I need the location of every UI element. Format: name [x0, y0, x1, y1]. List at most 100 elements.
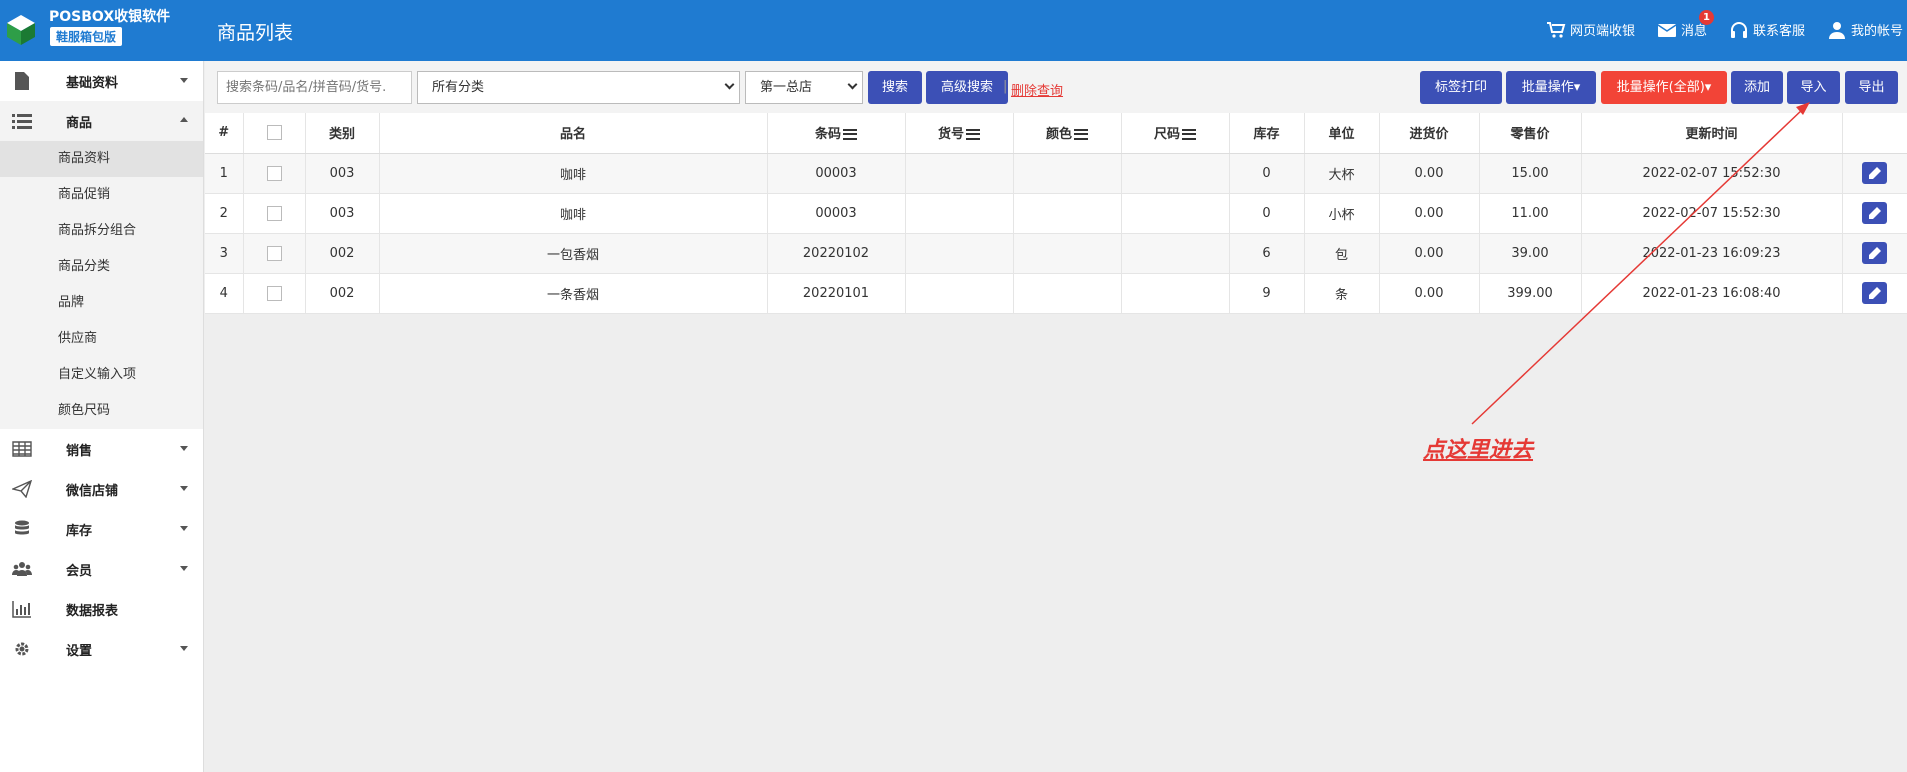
row-actions-cell: [1842, 193, 1907, 234]
cell-stock: 0: [1229, 193, 1305, 234]
sidebar-item-sales[interactable]: 销售: [0, 429, 203, 469]
col-retail[interactable]: 零售价: [1479, 113, 1582, 154]
sidebar-subitem-category[interactable]: 商品分类: [0, 249, 203, 285]
sidebar-item-stock[interactable]: 库存: [0, 509, 203, 549]
web-pos-link[interactable]: 网页端收银: [1546, 20, 1635, 39]
add-button[interactable]: 添加: [1731, 71, 1783, 104]
edit-button[interactable]: [1862, 202, 1887, 224]
store-select[interactable]: 第一总店: [745, 71, 863, 104]
goods-submenu: 商品资料 商品促销 商品拆分组合 商品分类 品牌 供应商 自定义输入项 颜色尺码: [0, 141, 203, 429]
sidebar-item-wechat[interactable]: 微信店铺: [0, 469, 203, 509]
column-menu-icon[interactable]: [966, 129, 980, 141]
cell-stock: 6: [1229, 233, 1305, 274]
search-input[interactable]: [217, 71, 412, 104]
sidebar-subitem-promotion[interactable]: 商品促销: [0, 177, 203, 213]
message-count-badge: 1: [1698, 10, 1714, 25]
batch-operation-all-button[interactable]: 批量操作(全部)▾: [1601, 71, 1727, 104]
cell-size: [1121, 233, 1230, 274]
account-link[interactable]: 我的帐号: [1827, 20, 1903, 39]
column-menu-icon[interactable]: [1182, 129, 1196, 141]
sidebar-item-goods[interactable]: 商品: [0, 101, 203, 141]
row-checkbox[interactable]: [266, 285, 282, 301]
cell-idx: 2: [205, 193, 244, 234]
table-row[interactable]: 4 002 一条香烟 20220101 9 条 0.00 399.00 2022-01-23 1…: [205, 273, 1907, 314]
edit-button[interactable]: [1862, 162, 1887, 184]
sidebar-subitem-brand[interactable]: 品牌: [0, 285, 203, 321]
col-name[interactable]: 品名: [379, 113, 768, 154]
goods-table-container: # 类别 品名 条码 货号 颜色 尺码 库存 单位 进货价 零售价 更新时间 1…: [205, 113, 1907, 314]
sidebar-item-label: 销售: [66, 443, 93, 459]
cell-color: [1013, 233, 1122, 274]
chevron-down-icon: [180, 566, 188, 571]
cell-cost: 0.00: [1379, 153, 1480, 194]
sidebar-item-label: 设置: [66, 643, 93, 659]
table-row[interactable]: 2 003 咖啡 00003 0 小杯 0.00 11.00 2022-02-07 15:52:…: [205, 193, 1907, 234]
col-unit[interactable]: 单位: [1304, 113, 1380, 154]
sidebar-subitem-split-combo[interactable]: 商品拆分组合: [0, 213, 203, 249]
export-button[interactable]: 导出: [1845, 71, 1898, 104]
col-category[interactable]: 类别: [305, 113, 380, 154]
cell-color: [1013, 273, 1122, 314]
col-barcode[interactable]: 条码: [767, 113, 906, 154]
table-header-row: # 类别 品名 条码 货号 颜色 尺码 库存 单位 进货价 零售价 更新时间: [205, 113, 1907, 154]
sidebar-item-label: 商品: [66, 115, 93, 131]
cell-sku: [905, 153, 1014, 194]
sidebar-subitem-supplier[interactable]: 供应商: [0, 321, 203, 357]
sidebar-item-report[interactable]: 数据报表: [0, 589, 203, 629]
row-checkbox[interactable]: [266, 205, 282, 221]
col-size-label: 尺码: [1153, 127, 1180, 143]
gear-icon: [15, 642, 29, 656]
delete-query-link[interactable]: 删除查询: [1011, 80, 1063, 99]
col-cost[interactable]: 进货价: [1379, 113, 1480, 154]
store-select-value: 第一总店: [760, 80, 813, 95]
sidebar-subitem-color-size[interactable]: 颜色尺码: [0, 393, 203, 429]
row-select-cell: [243, 153, 306, 194]
top-nav: 网页端收银 消息 1 联系客服 我的帐号: [1546, 10, 1903, 39]
support-link[interactable]: 联系客服: [1729, 20, 1805, 39]
column-menu-icon[interactable]: [843, 129, 857, 141]
cart-icon: [1546, 21, 1566, 38]
category-select[interactable]: 所有分类: [417, 71, 740, 104]
col-color[interactable]: 颜色: [1013, 113, 1122, 154]
chevron-down-icon: [180, 646, 188, 651]
row-checkbox[interactable]: [266, 245, 282, 261]
select-all-checkbox[interactable]: [266, 125, 282, 141]
cell-unit: 条: [1304, 273, 1380, 314]
sidebar-item-member[interactable]: 会员: [0, 549, 203, 589]
annotation-text: 点这里进去: [1423, 437, 1534, 463]
cell-unit: 小杯: [1304, 193, 1380, 234]
cell-color: [1013, 193, 1122, 234]
col-size[interactable]: 尺码: [1121, 113, 1230, 154]
col-sku[interactable]: 货号: [905, 113, 1014, 154]
cell-category: 003: [305, 193, 380, 234]
row-select-cell: [243, 193, 306, 234]
cell-unit: 大杯: [1304, 153, 1380, 194]
col-index: #: [205, 113, 244, 154]
cell-name: 咖啡: [379, 153, 768, 194]
sidebar-subitem-goods-info[interactable]: 商品资料: [0, 141, 203, 177]
sidebar-item-basic[interactable]: 基础资料: [0, 61, 203, 101]
search-button[interactable]: 搜索: [868, 71, 922, 104]
table-row[interactable]: 3 002 一包香烟 20220102 6 包 0.00 39.00 2022-01-23 16…: [205, 233, 1907, 274]
file-icon: [15, 72, 29, 90]
sidebar-item-settings[interactable]: 设置: [0, 629, 203, 669]
advanced-search-button[interactable]: 高级搜索: [926, 71, 1008, 104]
edit-button[interactable]: [1862, 242, 1887, 264]
table-row[interactable]: 1 003 咖啡 00003 0 大杯 0.00 15.00 2022-02-07 15:52:…: [205, 153, 1907, 194]
edit-button[interactable]: [1862, 282, 1887, 304]
col-stock[interactable]: 库存: [1229, 113, 1305, 154]
col-updated[interactable]: 更新时间: [1581, 113, 1843, 154]
cell-stock: 9: [1229, 273, 1305, 314]
label-print-button[interactable]: 标签打印: [1420, 71, 1502, 104]
row-checkbox[interactable]: [266, 165, 282, 181]
messages-link[interactable]: 消息 1: [1657, 10, 1714, 39]
row-select-cell: [243, 233, 306, 274]
sidebar-subitem-custom-fields[interactable]: 自定义输入项: [0, 357, 203, 393]
sidebar-item-label: 库存: [66, 523, 93, 539]
column-menu-icon[interactable]: [1074, 129, 1088, 141]
table-body: 1 003 咖啡 00003 0 大杯 0.00 15.00 2022-02-07 15:52:…: [205, 153, 1907, 314]
chevron-down-icon: [724, 79, 735, 90]
import-button[interactable]: 导入: [1787, 71, 1840, 104]
batch-operation-button[interactable]: 批量操作▾: [1506, 71, 1596, 104]
sidebar-item-label: 会员: [66, 563, 93, 579]
